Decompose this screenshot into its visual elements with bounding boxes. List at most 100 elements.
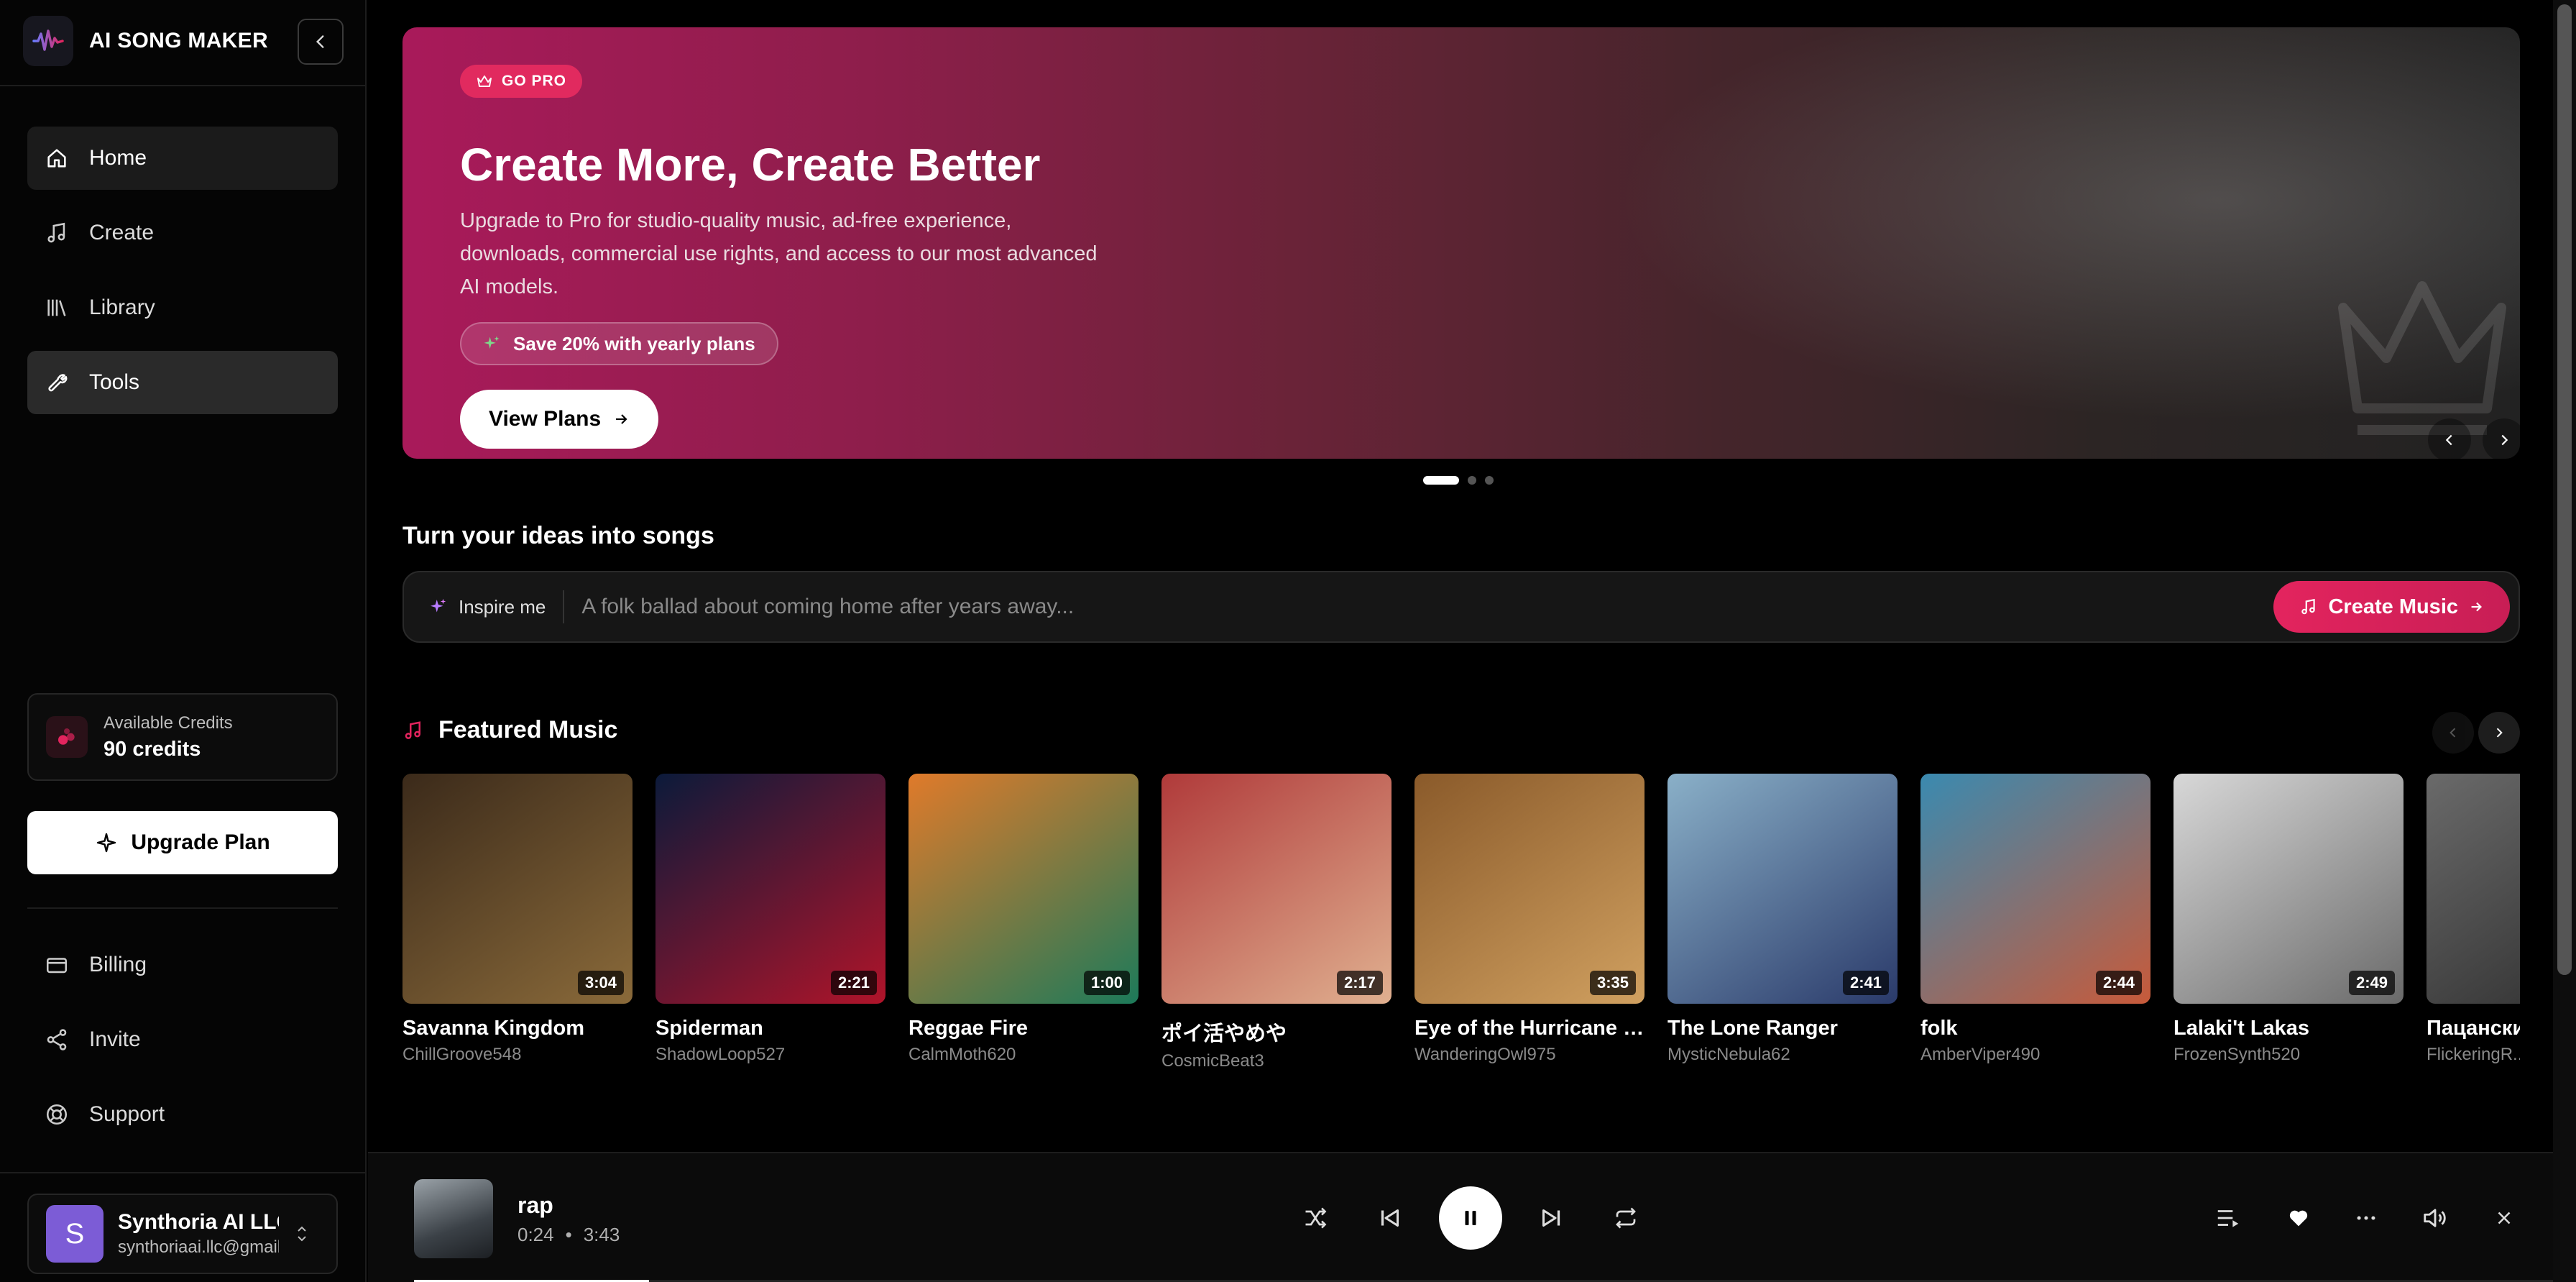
carousel-dot[interactable] bbox=[1423, 476, 1459, 485]
view-plans-button[interactable]: View Plans bbox=[460, 390, 659, 449]
song-prompt-input[interactable] bbox=[581, 595, 2274, 619]
song-card[interactable]: 2:49 Lalaki't Lakas FrozenSynth520 bbox=[2174, 774, 2404, 1065]
volume-button[interactable] bbox=[2414, 1196, 2457, 1240]
banner-description: Upgrade to Pro for studio-quality music,… bbox=[460, 209, 1098, 298]
song-artist[interactable]: MysticNebula62 bbox=[1668, 1045, 1898, 1065]
volume-icon bbox=[2424, 1209, 2446, 1227]
song-title[interactable]: Lalaki't Lakas bbox=[2174, 1017, 2404, 1040]
like-button[interactable] bbox=[2277, 1196, 2320, 1240]
chevron-right-icon bbox=[2496, 728, 2503, 738]
nav-invite[interactable]: Invite bbox=[27, 1008, 338, 1071]
song-cover[interactable]: 2:17 bbox=[1162, 774, 1392, 1004]
featured-next-button[interactable] bbox=[2478, 712, 2520, 754]
song-artist[interactable]: CalmMoth620 bbox=[908, 1045, 1138, 1065]
song-artist[interactable]: WanderingOwl975 bbox=[1414, 1045, 1644, 1065]
credits-label: Available Credits bbox=[104, 713, 233, 733]
song-card[interactable]: 2:44 folk AmberViper490 bbox=[1920, 774, 2150, 1065]
now-playing-title[interactable]: rap bbox=[518, 1192, 553, 1219]
song-title[interactable]: Reggae Fire bbox=[908, 1017, 1138, 1040]
waveform-logo-icon bbox=[23, 16, 73, 66]
upgrade-plan-button[interactable]: Upgrade Plan bbox=[27, 811, 338, 874]
repeat-button[interactable] bbox=[1604, 1196, 1647, 1240]
music-note-icon bbox=[405, 720, 420, 739]
previous-track-button[interactable] bbox=[1368, 1196, 1412, 1240]
divider bbox=[27, 907, 338, 909]
wrench-icon bbox=[48, 374, 68, 392]
song-cover[interactable]: 3:04 bbox=[402, 774, 632, 1004]
song-title[interactable]: Пацанские bbox=[2426, 1017, 2520, 1040]
banner-next-button[interactable] bbox=[2483, 418, 2520, 459]
song-cover[interactable]: 2:21 bbox=[656, 774, 886, 1004]
collapse-sidebar-button[interactable] bbox=[298, 19, 344, 65]
crown-watermark-icon bbox=[2338, 281, 2506, 435]
song-cover[interactable]: 2:49 bbox=[2174, 774, 2404, 1004]
next-track-button[interactable] bbox=[1530, 1196, 1573, 1240]
scrollbar-thumb[interactable] bbox=[2557, 4, 2572, 975]
total-time: 3:43 bbox=[583, 1224, 620, 1245]
arrow-right-icon bbox=[2471, 602, 2482, 612]
nav-billing[interactable]: Billing bbox=[27, 933, 338, 997]
brand[interactable]: AI SONG MAKER bbox=[23, 14, 268, 68]
pause-button[interactable] bbox=[1439, 1186, 1502, 1250]
carousel-dot[interactable] bbox=[1468, 476, 1476, 485]
nav-create[interactable]: Create bbox=[27, 201, 338, 265]
song-cover[interactable]: 1:00 bbox=[908, 774, 1138, 1004]
song-cover[interactable]: 2:44 bbox=[1920, 774, 2150, 1004]
song-title[interactable]: The Lone Ranger bbox=[1668, 1017, 1898, 1040]
queue-list-icon bbox=[2217, 1210, 2239, 1227]
song-artist[interactable]: FrozenSynth520 bbox=[2174, 1045, 2404, 1065]
now-playing-cover[interactable] bbox=[414, 1179, 493, 1258]
song-artist[interactable]: CosmicBeat3 bbox=[1162, 1051, 1392, 1071]
song-artist[interactable]: FlickeringR... bbox=[2426, 1045, 2520, 1065]
featured-music-carousel: 3:04 Savanna Kingdom ChillGroove548 2:21 Spi… bbox=[402, 774, 2520, 1076]
song-card[interactable]: 2:21 Spiderman ShadowLoop527 bbox=[656, 774, 886, 1065]
song-title[interactable]: Savanna Kingdom bbox=[402, 1017, 632, 1040]
nav-home[interactable]: Home bbox=[27, 127, 338, 190]
pause-icon bbox=[1465, 1211, 1476, 1225]
nav-tools[interactable]: Tools bbox=[27, 351, 338, 414]
song-card[interactable]: 3:04 Savanna Kingdom ChillGroove548 bbox=[402, 774, 632, 1065]
nav-library[interactable]: Library bbox=[27, 276, 338, 339]
carousel-dots bbox=[1423, 476, 1494, 485]
create-music-button[interactable]: Create Music bbox=[2273, 581, 2510, 633]
inspire-me-button[interactable]: Inspire me bbox=[427, 590, 565, 623]
song-artist[interactable]: ShadowLoop527 bbox=[656, 1045, 886, 1065]
song-title[interactable]: ポイ活やめや bbox=[1162, 1017, 1392, 1047]
more-options-button[interactable] bbox=[2345, 1196, 2388, 1240]
shuffle-button[interactable] bbox=[1294, 1196, 1337, 1240]
song-card[interactable]: 3:35 Eye of the Hurricane (... WanderingOw… bbox=[1414, 774, 1644, 1065]
magic-sparkle-icon bbox=[431, 598, 446, 613]
song-card[interactable]: 1:00 Reggae Fire CalmMoth620 bbox=[908, 774, 1138, 1065]
carousel-dot[interactable] bbox=[1485, 476, 1494, 485]
nav-home-label: Home bbox=[89, 146, 147, 170]
close-icon bbox=[2498, 1212, 2511, 1224]
credit-card-icon bbox=[46, 958, 68, 974]
banner-prev-button[interactable] bbox=[2428, 418, 2471, 459]
song-title[interactable]: Spiderman bbox=[656, 1017, 886, 1040]
song-card[interactable]: 2:41 The Lone Ranger MysticNebula62 bbox=[1668, 774, 1898, 1065]
save-text: Save 20% with yearly plans bbox=[513, 332, 755, 354]
close-player-button[interactable] bbox=[2483, 1196, 2526, 1240]
song-cover[interactable] bbox=[2426, 774, 2520, 1004]
sparkle-icon bbox=[97, 833, 116, 853]
user-email: synthoriaai.llc@gmail.com bbox=[118, 1237, 279, 1257]
nav-support[interactable]: Support bbox=[27, 1083, 338, 1146]
sidebar: AI SONG MAKER Home Create Library Tools … bbox=[0, 0, 367, 1282]
queue-button[interactable] bbox=[2207, 1196, 2250, 1240]
save-badge: Save 20% with yearly plans bbox=[460, 322, 778, 365]
featured-prev-button[interactable] bbox=[2432, 712, 2474, 754]
shuffle-icon bbox=[1305, 1207, 1327, 1229]
banner-title: Create More, Create Better bbox=[460, 139, 1041, 191]
song-artist[interactable]: AmberViper490 bbox=[1920, 1045, 2150, 1065]
song-title[interactable]: Eye of the Hurricane (... bbox=[1414, 1017, 1644, 1040]
song-card[interactable]: Пацанские FlickeringR... bbox=[2426, 774, 2520, 1065]
sparkles-icon bbox=[484, 336, 500, 349]
song-artist[interactable]: ChillGroove548 bbox=[402, 1045, 632, 1065]
go-pro-badge: GO PRO bbox=[460, 65, 583, 98]
song-card[interactable]: 2:17 ポイ活やめや CosmicBeat3 bbox=[1162, 774, 1392, 1071]
account-switcher[interactable]: S Synthoria AI LLC synthoriaai.llc@gmail… bbox=[27, 1194, 338, 1274]
song-title[interactable]: folk bbox=[1920, 1017, 2150, 1040]
song-cover[interactable]: 2:41 bbox=[1668, 774, 1898, 1004]
song-duration: 2:44 bbox=[2095, 971, 2142, 995]
song-cover[interactable]: 3:35 bbox=[1414, 774, 1644, 1004]
